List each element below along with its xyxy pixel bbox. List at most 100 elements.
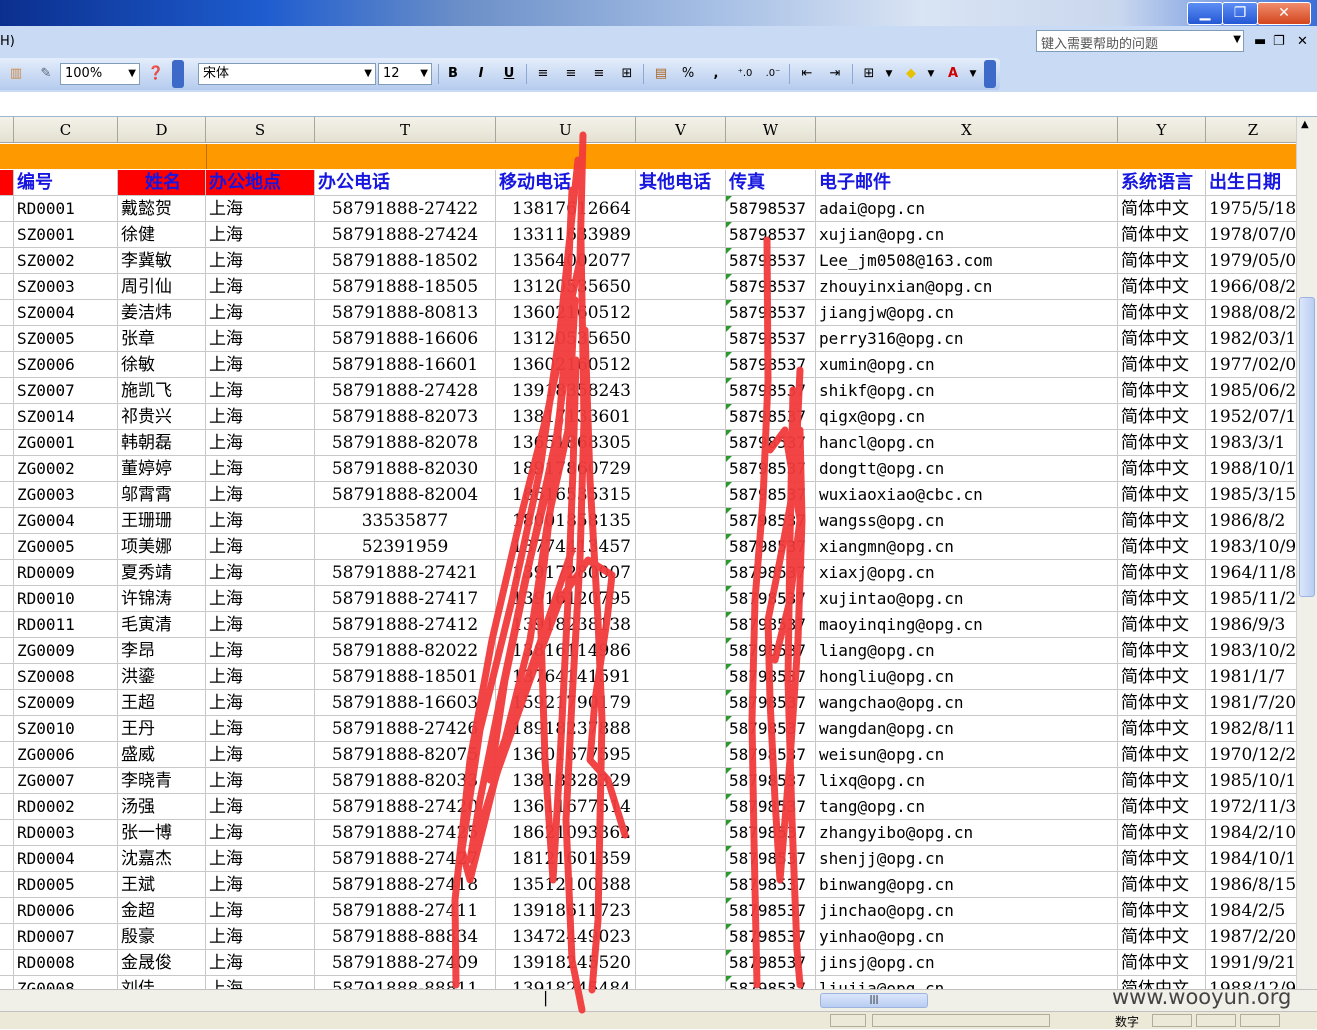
cell-w[interactable]: 58798537 — [726, 248, 816, 274]
table-cell[interactable] — [0, 950, 14, 976]
cell-y[interactable]: 简体中文 — [1118, 404, 1206, 430]
cell-t[interactable]: 58791888-82075 — [315, 742, 496, 768]
cell-y[interactable]: 简体中文 — [1118, 586, 1206, 612]
cell-d[interactable]: 王斌 — [118, 872, 206, 898]
cell-z[interactable]: 1986/8/15 — [1206, 872, 1296, 898]
cell-z[interactable]: 1983/3/1 — [1206, 430, 1296, 456]
cell-w[interactable]: 58798537 — [726, 482, 816, 508]
align-left-icon[interactable]: ≡ — [533, 64, 553, 84]
header-cell-v[interactable]: 其他电话 — [636, 170, 726, 196]
cell-x[interactable]: xumin@opg.cn — [816, 352, 1118, 378]
sheet-tab-splitter[interactable]: ▏ — [545, 992, 555, 1007]
cell-v[interactable] — [636, 716, 726, 742]
cell-t[interactable]: 58791888-27425 — [315, 820, 496, 846]
cell-u[interactable]: 13818328329 — [496, 768, 636, 794]
cell-d[interactable]: 王珊珊 — [118, 508, 206, 534]
cell-w[interactable]: 58798537 — [726, 508, 816, 534]
cell-c[interactable]: RD0002 — [14, 794, 118, 820]
cell-u[interactable]: 18001858135 — [496, 508, 636, 534]
cell-v[interactable] — [636, 326, 726, 352]
table-cell[interactable] — [0, 872, 14, 898]
cell-w[interactable]: 58798537 — [726, 300, 816, 326]
cell-w[interactable]: 58798537 — [726, 404, 816, 430]
drawing-icon[interactable]: ✎ — [36, 64, 56, 84]
table-cell[interactable] — [0, 768, 14, 794]
cell-z[interactable]: 1983/10/9 — [1206, 534, 1296, 560]
increase-indent-icon[interactable]: ⇥ — [824, 64, 846, 84]
underline-button[interactable]: U — [500, 64, 518, 84]
cell-x[interactable]: weisun@opg.cn — [816, 742, 1118, 768]
cell-x[interactable]: xujian@opg.cn — [816, 222, 1118, 248]
cell-u[interactable]: 13918245520 — [496, 950, 636, 976]
horizontal-scroll-thumb[interactable]: ||| — [820, 993, 928, 1008]
cell-w[interactable]: 58798537 — [726, 872, 816, 898]
cell-u[interactable]: 13918358243 — [496, 378, 636, 404]
font-name-select[interactable]: 宋体 ▼ — [198, 63, 376, 85]
vertical-scroll-thumb[interactable] — [1299, 297, 1315, 597]
header-cell-z[interactable]: 出生日期 — [1206, 170, 1296, 196]
cell-d[interactable]: 邬霄霄 — [118, 482, 206, 508]
table-cell[interactable] — [0, 196, 14, 222]
cell-x[interactable]: binwang@opg.cn — [816, 872, 1118, 898]
cell-c[interactable]: ZG0008 — [14, 976, 118, 989]
cell-d[interactable]: 李冀敏 — [118, 248, 206, 274]
cell-s[interactable]: 上海 — [206, 300, 315, 326]
cell-z[interactable]: 1964/11/8 — [1206, 560, 1296, 586]
cell-w[interactable]: 58798537 — [726, 690, 816, 716]
menu-help[interactable]: H) — [0, 34, 15, 49]
column-header-w[interactable]: W — [726, 117, 816, 143]
cell-d[interactable]: 李昂 — [118, 638, 206, 664]
cell-s[interactable]: 上海 — [206, 274, 315, 300]
cell-d[interactable]: 项美娜 — [118, 534, 206, 560]
cell-c[interactable]: SZ0014 — [14, 404, 118, 430]
cell-x[interactable]: perry316@opg.cn — [816, 326, 1118, 352]
cell-t[interactable]: 58791888-27427 — [315, 846, 496, 872]
doc-close-icon[interactable]: ✕ — [1297, 34, 1308, 49]
spreadsheet-grid[interactable]: C D S T U V W X Y Z 编号 姓名 办公地点 办公电话 移动电话 其他电话 传真 电子邮件 系统语言… — [0, 117, 1296, 989]
cell-d[interactable]: 董婷婷 — [118, 456, 206, 482]
table-cell[interactable] — [0, 690, 14, 716]
decrease-decimal-icon[interactable]: .0⁻ — [762, 64, 784, 84]
cell-u[interactable]: 13601677595 — [496, 742, 636, 768]
cell-w[interactable]: 58798537 — [726, 222, 816, 248]
cell-z[interactable]: 1985/10/1 — [1206, 768, 1296, 794]
cell-s[interactable]: 上海 — [206, 482, 315, 508]
cell-v[interactable] — [636, 898, 726, 924]
cell-x[interactable]: xiaxj@opg.cn — [816, 560, 1118, 586]
cell-c[interactable]: RD0011 — [14, 612, 118, 638]
toolbar-grip[interactable] — [172, 60, 184, 88]
chevron-down-icon[interactable]: ▼ — [884, 64, 894, 84]
cell-c[interactable]: SZ0004 — [14, 300, 118, 326]
column-header-y[interactable]: Y — [1118, 117, 1206, 143]
cell-s[interactable]: 上海 — [206, 716, 315, 742]
cell-u[interactable]: 13512100388 — [496, 872, 636, 898]
cell-w[interactable]: 58798537 — [726, 794, 816, 820]
table-cell[interactable] — [0, 664, 14, 690]
cell-x[interactable]: shenjj@opg.cn — [816, 846, 1118, 872]
cell-c[interactable]: RD0005 — [14, 872, 118, 898]
cell-y[interactable]: 简体中文 — [1118, 248, 1206, 274]
cell-c[interactable]: ZG0002 — [14, 456, 118, 482]
cell-t[interactable]: 58791888-27428 — [315, 378, 496, 404]
table-cell[interactable] — [0, 508, 14, 534]
cell-s[interactable]: 上海 — [206, 794, 315, 820]
column-header-x[interactable]: X — [816, 117, 1118, 143]
cell-z[interactable]: 1983/10/2 — [1206, 638, 1296, 664]
font-size-select[interactable]: 12 ▼ — [378, 63, 432, 85]
cell-y[interactable]: 简体中文 — [1118, 924, 1206, 950]
cell-z[interactable]: 1991/9/21 — [1206, 950, 1296, 976]
cell-x[interactable]: wangdan@opg.cn — [816, 716, 1118, 742]
cell-w[interactable]: 58798537 — [726, 768, 816, 794]
cell-y[interactable]: 简体中文 — [1118, 742, 1206, 768]
cell-z[interactable]: 1986/8/2 — [1206, 508, 1296, 534]
table-cell[interactable] — [0, 248, 14, 274]
table-cell[interactable] — [0, 404, 14, 430]
cell-v[interactable] — [636, 924, 726, 950]
cell-t[interactable]: 58791888-27418 — [315, 872, 496, 898]
header-cell-x[interactable]: 电子邮件 — [816, 170, 1118, 196]
cell-c[interactable]: RD0007 — [14, 924, 118, 950]
cell-c[interactable]: RD0008 — [14, 950, 118, 976]
cell-t[interactable]: 58791888-82073 — [315, 404, 496, 430]
cell-x[interactable]: liujia@opg.cn — [816, 976, 1118, 989]
cell-t[interactable]: 58791888-16606 — [315, 326, 496, 352]
